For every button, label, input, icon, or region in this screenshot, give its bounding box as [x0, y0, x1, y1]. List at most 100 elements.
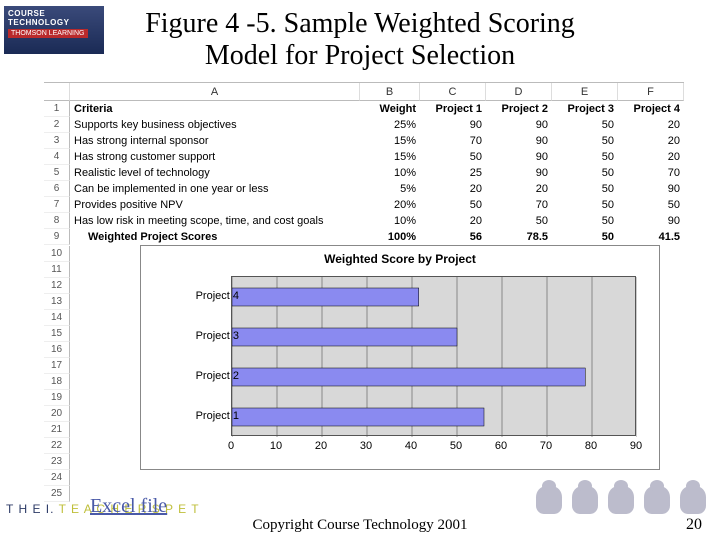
- table-header-row: Criteria Weight Project 1 Project 2 Proj…: [70, 101, 684, 117]
- chart-svg: [232, 277, 637, 437]
- row-number: 3: [44, 133, 70, 149]
- table-row: Has strong customer support15%50905020: [70, 149, 684, 165]
- score-cell: 50: [552, 181, 618, 197]
- col-letter: F: [618, 83, 684, 101]
- score-cell: 50: [486, 213, 552, 229]
- row-number: 11: [44, 262, 70, 278]
- score-cell: 20: [486, 181, 552, 197]
- totals-p1: 56: [420, 229, 486, 245]
- col-letter: A: [70, 83, 360, 101]
- totals-row: Weighted Project Scores 100% 56 78.5 50 …: [70, 229, 684, 245]
- chart-bar: [232, 288, 419, 306]
- score-cell: 90: [486, 117, 552, 133]
- row-number: 21: [44, 422, 70, 438]
- criteria-cell: Provides positive NPV: [70, 197, 360, 213]
- hdr-p3: Project 3: [552, 101, 618, 117]
- score-cell: 50: [552, 213, 618, 229]
- chart-bar: [232, 328, 457, 346]
- table-row: Supports key business objectives25%90905…: [70, 117, 684, 133]
- chart-plot-area: [231, 276, 636, 436]
- weight-cell: 10%: [360, 213, 420, 229]
- score-cell: 50: [420, 197, 486, 213]
- hdr-p1: Project 1: [420, 101, 486, 117]
- score-cell: 50: [552, 133, 618, 149]
- mascot-icon: [572, 486, 598, 514]
- row-number: 2: [44, 117, 70, 133]
- row-number: 13: [44, 294, 70, 310]
- criteria-cell: Realistic level of technology: [70, 165, 360, 181]
- score-cell: 20: [420, 213, 486, 229]
- hdr-weight: Weight: [360, 101, 420, 117]
- score-cell: 90: [486, 133, 552, 149]
- score-cell: 20: [618, 149, 684, 165]
- row-number: 1: [44, 101, 70, 117]
- score-cell: 90: [618, 181, 684, 197]
- criteria-cell: Supports key business objectives: [70, 117, 360, 133]
- weight-cell: 10%: [360, 165, 420, 181]
- row-number: 24: [44, 470, 70, 486]
- excel-file-link[interactable]: Excel file: [90, 495, 167, 518]
- mascot-row: [536, 486, 706, 514]
- weight-cell: 15%: [360, 149, 420, 165]
- chart-x-label: 50: [450, 440, 462, 452]
- chart-x-label: 80: [585, 440, 597, 452]
- row-number: 22: [44, 438, 70, 454]
- scoring-table: Criteria Weight Project 1 Project 2 Proj…: [70, 101, 684, 246]
- totals-p4: 41.5: [618, 229, 684, 245]
- score-cell: 50: [552, 165, 618, 181]
- weight-cell: 5%: [360, 181, 420, 197]
- row-number: 5: [44, 165, 70, 181]
- mascot-icon: [536, 486, 562, 514]
- chart-x-label: 0: [228, 440, 234, 452]
- score-cell: 50: [552, 117, 618, 133]
- chart-x-label: 90: [630, 440, 642, 452]
- weight-cell: 15%: [360, 133, 420, 149]
- mascot-icon: [608, 486, 634, 514]
- table-row: Can be implemented in one year or less5%…: [70, 181, 684, 197]
- weighted-score-chart: Weighted Score by Project Project 4Proje…: [140, 245, 660, 470]
- score-cell: 90: [618, 213, 684, 229]
- row-number: 23: [44, 454, 70, 470]
- col-letter: D: [486, 83, 552, 101]
- score-cell: 90: [486, 149, 552, 165]
- criteria-cell: Has low risk in meeting scope, time, and…: [70, 213, 360, 229]
- row-number: 16: [44, 342, 70, 358]
- hdr-p2: Project 2: [486, 101, 552, 117]
- hdr-p4: Project 4: [618, 101, 684, 117]
- row-number: 12: [44, 278, 70, 294]
- mascot-icon: [644, 486, 670, 514]
- score-cell: 50: [552, 197, 618, 213]
- chart-bar: [232, 368, 585, 386]
- row-number: 9: [44, 229, 70, 245]
- chart-title: Weighted Score by Project: [141, 246, 659, 268]
- criteria-cell: Has strong customer support: [70, 149, 360, 165]
- row-number: 4: [44, 149, 70, 165]
- chart-x-label: 20: [315, 440, 327, 452]
- table-row: Has low risk in meeting scope, time, and…: [70, 213, 684, 229]
- score-cell: 90: [486, 165, 552, 181]
- score-cell: 50: [618, 197, 684, 213]
- score-cell: 25: [420, 165, 486, 181]
- totals-p3: 50: [552, 229, 618, 245]
- score-cell: 90: [420, 117, 486, 133]
- weight-cell: 20%: [360, 197, 420, 213]
- score-cell: 20: [420, 181, 486, 197]
- row-number: 8: [44, 213, 70, 229]
- totals-weight: 100%: [360, 229, 420, 245]
- chart-x-label: 40: [405, 440, 417, 452]
- row-number: 17: [44, 358, 70, 374]
- column-letter-row: A B C D E F: [44, 83, 684, 101]
- row-number: 14: [44, 310, 70, 326]
- row-number: 15: [44, 326, 70, 342]
- score-cell: 20: [618, 133, 684, 149]
- chart-bar: [232, 408, 484, 426]
- score-cell: 70: [420, 133, 486, 149]
- score-cell: 70: [618, 165, 684, 181]
- totals-p2: 78.5: [486, 229, 552, 245]
- table-row: Realistic level of technology10%25905070: [70, 165, 684, 181]
- page-number: 20: [686, 516, 702, 534]
- chart-x-label: 60: [495, 440, 507, 452]
- table-row: Provides positive NPV20%50705050: [70, 197, 684, 213]
- hdr-criteria: Criteria: [70, 101, 360, 117]
- chart-x-label: 10: [270, 440, 282, 452]
